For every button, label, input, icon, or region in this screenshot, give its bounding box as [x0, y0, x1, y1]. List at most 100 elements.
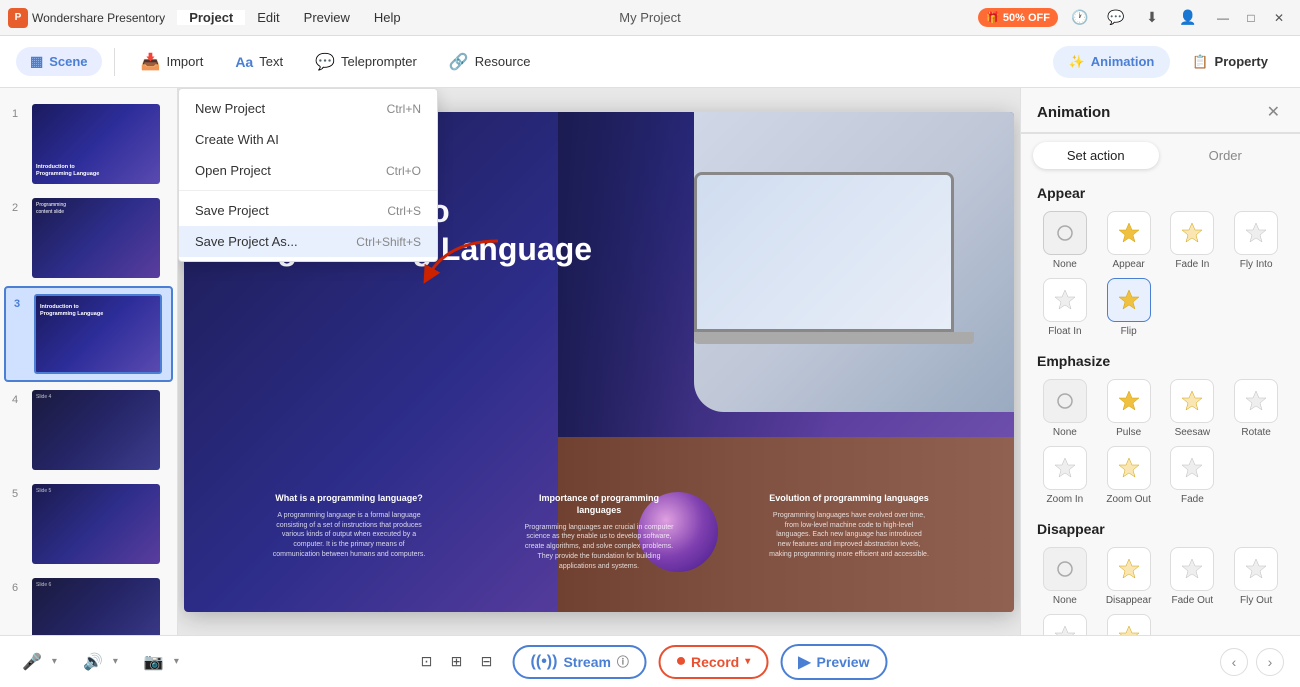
- clock-icon[interactable]: 🕐: [1066, 4, 1094, 32]
- close-button[interactable]: ✕: [1266, 5, 1292, 31]
- animation-button[interactable]: ✨ Animation: [1053, 46, 1171, 78]
- disappear-flip[interactable]: Flip: [1101, 614, 1157, 635]
- menu-project[interactable]: Project: [177, 10, 245, 25]
- menu-save-project[interactable]: Save Project Ctrl+S: [179, 195, 437, 226]
- disappear-none-label: None: [1053, 595, 1077, 606]
- download-icon[interactable]: ⬇: [1138, 4, 1166, 32]
- layout-buttons: ⊡ ⊞ ⊟: [413, 648, 501, 676]
- layout-btn-1[interactable]: ⊡: [413, 648, 441, 676]
- slide-item-5[interactable]: 5 Slide 5: [4, 478, 173, 570]
- appear-flip[interactable]: Flip: [1101, 278, 1157, 337]
- emphasize-zoomin-label: Zoom In: [1047, 494, 1084, 505]
- record-button[interactable]: ⏺ Record ▾: [659, 645, 768, 679]
- record-label: Record: [691, 654, 739, 670]
- slide-number-4: 4: [12, 394, 24, 406]
- user-icon[interactable]: 👤: [1174, 4, 1202, 32]
- bottom-left-controls: 🎤 ▾ 🔊 ▾ 📷 ▾: [16, 648, 179, 676]
- appear-flyinto-label: Fly Into: [1240, 259, 1273, 270]
- preview-icon: ▶: [798, 652, 810, 672]
- slide-item-2[interactable]: 2 Programmingcontent slide: [4, 192, 173, 284]
- appear-flyinto[interactable]: Fly Into: [1228, 211, 1284, 270]
- slide-item-1[interactable]: 1 Introduction toProgramming Language: [4, 98, 173, 190]
- layout-btn-2[interactable]: ⊞: [443, 648, 471, 676]
- disappear-fadeout-label: Fade Out: [1172, 595, 1214, 606]
- stream-button[interactable]: ((•)) Stream ⓘ: [513, 645, 647, 679]
- slide-item-3[interactable]: 3 Introduction toProgramming Language: [4, 286, 173, 382]
- emphasize-fade[interactable]: Fade: [1165, 446, 1221, 505]
- disappear-none[interactable]: None: [1037, 547, 1093, 606]
- mic-button[interactable]: 🎤: [16, 648, 48, 676]
- slide-item-6[interactable]: 6 Slide 6: [4, 572, 173, 635]
- disappear-floatout[interactable]: Float Out: [1037, 614, 1093, 635]
- laptop-visual: [694, 172, 974, 344]
- resource-button[interactable]: 🔗 Resource: [435, 46, 545, 78]
- text-button[interactable]: Aa Text: [221, 48, 297, 76]
- emphasize-pulse[interactable]: Pulse: [1101, 379, 1157, 438]
- divider: [114, 48, 115, 76]
- appear-none[interactable]: None: [1037, 211, 1093, 270]
- slide-item-4[interactable]: 4 Slide 4: [4, 384, 173, 476]
- emphasize-zoomin-icon: [1043, 446, 1087, 490]
- menu-save-project-as[interactable]: Save Project As... Ctrl+Shift+S: [179, 226, 437, 257]
- scene-button[interactable]: ▦ Scene: [16, 47, 102, 76]
- menu-edit[interactable]: Edit: [245, 10, 291, 25]
- emphasize-zoomout-icon: [1107, 446, 1151, 490]
- disappear-fadeout-icon: [1170, 547, 1214, 591]
- menu-create-ai[interactable]: Create With AI: [179, 124, 437, 155]
- camera-chevron[interactable]: ▾: [174, 656, 179, 667]
- disappear-disappear[interactable]: Disappear: [1101, 547, 1157, 606]
- discount-badge[interactable]: 🎁 50% OFF: [978, 8, 1058, 27]
- emphasize-zoomout[interactable]: Zoom Out: [1101, 446, 1157, 505]
- property-button[interactable]: 📋 Animation Property: [1176, 46, 1284, 78]
- maximize-button[interactable]: □: [1238, 5, 1264, 31]
- menu-new-project[interactable]: New Project Ctrl+N: [179, 93, 437, 124]
- col-text-3: Programming languages have evolved over …: [769, 511, 929, 560]
- app-icon: P: [8, 8, 28, 28]
- speaker-button[interactable]: 🔊: [77, 648, 109, 676]
- disappear-fadeout[interactable]: Fade Out: [1165, 547, 1221, 606]
- mic-chevron[interactable]: ▾: [52, 656, 57, 667]
- next-slide-button[interactable]: ›: [1256, 648, 1284, 676]
- emphasize-zoomin[interactable]: Zoom In: [1037, 446, 1093, 505]
- import-button[interactable]: 📥 Import: [127, 46, 218, 78]
- emphasize-seesaw[interactable]: Seesaw: [1165, 379, 1221, 438]
- panel-body: Appear None Appear: [1021, 177, 1300, 635]
- titlebar: P Wondershare Presentory Project Edit Pr…: [0, 0, 1300, 36]
- project-title: My Project: [619, 10, 680, 25]
- disappear-grid: None Disappear Fade Out: [1037, 547, 1284, 635]
- layout-btn-3[interactable]: ⊟: [473, 648, 501, 676]
- tab-set-action[interactable]: Set action: [1033, 142, 1159, 169]
- appear-title: Appear: [1037, 185, 1284, 201]
- minimize-button[interactable]: —: [1210, 5, 1236, 31]
- speaker-chevron[interactable]: ▾: [113, 656, 118, 667]
- menu-help[interactable]: Help: [362, 10, 413, 25]
- prev-slide-button[interactable]: ‹: [1220, 648, 1248, 676]
- canvas-area: 1 Introduction toProgramming Language Wh…: [178, 88, 1020, 635]
- tab-order[interactable]: Order: [1163, 142, 1289, 169]
- animation-label: Animation: [1091, 54, 1155, 69]
- disappear-flyout[interactable]: Fly Out: [1228, 547, 1284, 606]
- emphasize-none-label: None: [1053, 427, 1077, 438]
- appear-appear[interactable]: Appear: [1101, 211, 1157, 270]
- emphasize-none[interactable]: None: [1037, 379, 1093, 438]
- bottom-center-controls: ⊡ ⊞ ⊟ ((•)) Stream ⓘ ⏺ Record ▾ ▶ Previe…: [413, 644, 888, 680]
- titlebar-icons: 🕐 💬 ⬇ 👤: [1066, 4, 1202, 32]
- appear-flyinto-icon: [1234, 211, 1278, 255]
- appear-fadein[interactable]: Fade In: [1165, 211, 1221, 270]
- emphasize-zoomout-label: Zoom Out: [1106, 494, 1150, 505]
- appear-floatin[interactable]: Float In: [1037, 278, 1093, 337]
- teleprompter-label: Teleprompter: [341, 54, 417, 69]
- chat-icon[interactable]: 💬: [1102, 4, 1130, 32]
- camera-button[interactable]: 📷: [138, 648, 170, 676]
- scene-icon: ▦: [30, 53, 43, 70]
- panel-close-button[interactable]: ✕: [1263, 100, 1284, 124]
- slide-thumb-3: Introduction toProgramming Language: [34, 294, 162, 374]
- text-icon: Aa: [235, 54, 253, 70]
- emphasize-rotate[interactable]: Rotate: [1228, 379, 1284, 438]
- teleprompter-button[interactable]: 💬 Teleprompter: [301, 46, 431, 78]
- preview-button[interactable]: ▶ Preview: [780, 644, 887, 680]
- save-project-label: Save Project: [195, 203, 269, 218]
- menu-preview[interactable]: Preview: [292, 10, 362, 25]
- menu-open-project[interactable]: Open Project Ctrl+O: [179, 155, 437, 186]
- emphasize-seesaw-icon: [1170, 379, 1214, 423]
